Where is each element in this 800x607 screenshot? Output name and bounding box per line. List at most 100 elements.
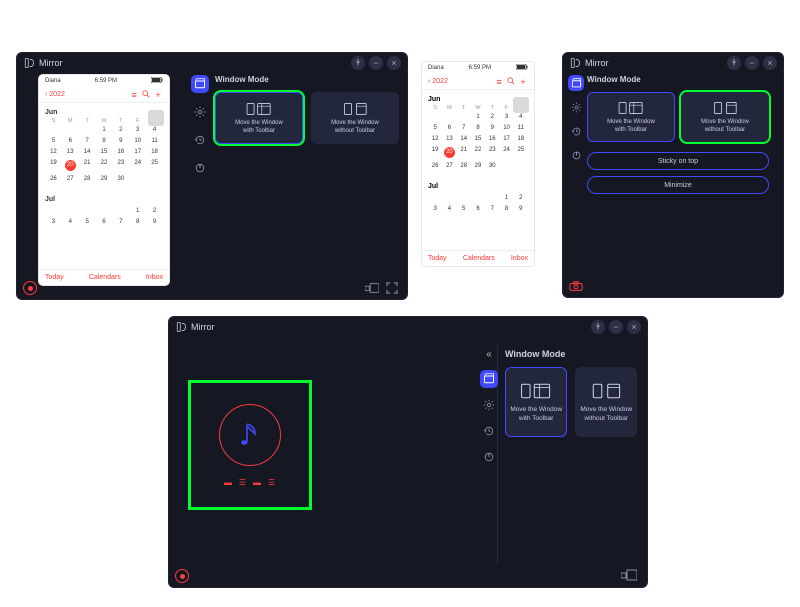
back-button[interactable]: ‹ 2022 [428,78,448,85]
mirrored-phone-calendar: Diana 6:59 PM ‹ 2022 ≡ + Jun SMTWTFS 123… [39,75,169,285]
power-icon[interactable] [568,147,584,163]
move-with-toolbar-card[interactable]: Move the Windowwith Toolbar [587,92,675,142]
history-icon[interactable] [568,123,584,139]
calendars-link[interactable]: Calendars [89,274,121,281]
sidebar-tools [189,75,211,177]
panel-header: Window Mode [215,75,399,84]
sidebar-tools: « [479,349,499,466]
app-title: Mirror [39,58,63,68]
inbox-link[interactable]: Inbox [146,274,163,281]
minimize-icon[interactable]: − [745,56,759,70]
window-mode-icon[interactable] [191,75,209,93]
panel-header: Window Mode [505,349,637,359]
fullscreen-icon[interactable] [385,281,399,295]
move-with-toolbar-card[interactable]: Move the Windowwith Toolbar [505,367,567,437]
window-mode-panel: Window Mode Move the Windowwith Toolbar … [215,75,399,277]
app-title: Mirror [585,58,609,68]
move-without-toolbar-card[interactable]: Move the Windowwithout Toolbar [575,367,637,437]
titlebar: Mirror − × [17,53,407,73]
panel-header: Window Mode [587,75,777,84]
gear-icon[interactable] [191,103,209,121]
window-mode-icon[interactable] [568,75,584,91]
history-icon[interactable] [191,131,209,149]
close-icon[interactable]: × [387,56,401,70]
calendar-grid-jun: 1234567891011121314151617181920212223242… [422,111,534,177]
pin-icon[interactable] [727,56,741,70]
card-label: Move the Windowwithout Toolbar [701,119,749,133]
battery-icon [151,77,163,85]
app-icon [569,57,581,69]
calendar-thumbnail [148,110,164,126]
close-icon[interactable]: × [627,320,641,334]
titlebar: Mirror − × [563,53,783,73]
card-label: Move the Windowwithout Toolbar [580,406,632,422]
carrier-label: Diana [45,78,61,84]
phone-statusbar: Diana 6:59 PM [422,62,534,74]
history-icon[interactable] [480,422,498,440]
equalizer-icon: ▬☰▬☰ [224,478,276,487]
collapse-panel-icon[interactable]: « [486,349,492,360]
inbox-link[interactable]: Inbox [511,255,528,262]
power-icon[interactable] [480,448,498,466]
month-label-jul: Jul [422,177,534,192]
detached-phone-calendar: Diana 6:59 PM ‹ 2022 ≡ + Jun SMTWTFS 123… [422,62,534,266]
minimize-icon[interactable]: − [609,320,623,334]
today-link[interactable]: Today [428,255,447,262]
mirror-window-3: Mirror − × ▬☰▬☰ « Window Mode [168,316,648,588]
pin-icon[interactable] [351,56,365,70]
close-icon[interactable]: × [763,56,777,70]
music-note-icon [219,404,281,466]
move-without-toolbar-card[interactable]: Move the Windowwithout Toolbar [681,92,769,142]
back-button[interactable]: ‹ 2022 [45,91,65,98]
clock-label: 6:59 PM [469,65,491,71]
app-icon [175,321,187,333]
plus-icon[interactable]: + [153,90,163,100]
move-with-toolbar-card[interactable]: Move the Windowwith Toolbar [215,92,303,144]
card-label: Move the Windowwith Toolbar [607,119,655,133]
calendar-grid-jul: 123456789 [39,205,169,228]
record-button[interactable] [23,281,37,295]
today-link[interactable]: Today [45,274,64,281]
phone-statusbar: Diana 6:59 PM [39,75,169,87]
card-label: Move the Windowwith Toolbar [235,120,283,134]
plus-icon[interactable]: + [518,77,528,87]
calendars-link[interactable]: Calendars [463,255,495,262]
sources-icon[interactable] [365,281,379,295]
list-icon[interactable]: ≡ [129,90,139,100]
search-icon[interactable] [506,77,516,87]
pin-icon[interactable] [591,320,605,334]
carrier-label: Diana [428,65,444,71]
calendar-navbar: ‹ 2022 ≡ + [422,74,534,90]
calendar-footer: Today Calendars Inbox [39,269,169,285]
calendar-grid-jun: 1234567891011121314151617181920212223242… [39,124,169,190]
calendar-grid-jul: 123456789 [422,192,534,215]
window-mode-icon[interactable] [480,370,498,388]
app-icon [23,57,35,69]
power-icon[interactable] [191,159,209,177]
card-label: Move the Windowwithout Toolbar [331,120,379,134]
battery-icon [516,64,528,72]
card-label: Move the Windowwith Toolbar [510,406,562,422]
camera-icon[interactable] [569,279,583,293]
mirror-window-1: Mirror − × Diana 6:59 PM ‹ 2022 ≡ + [16,52,408,300]
move-without-toolbar-card[interactable]: Move the Windowwithout Toolbar [311,92,399,144]
mirrored-music-screen: ▬☰▬☰ [191,383,309,507]
gear-icon[interactable] [568,99,584,115]
list-icon[interactable]: ≡ [494,77,504,87]
sources-icon[interactable] [621,569,637,581]
minimize-button[interactable]: Minimize [587,176,769,194]
app-title: Mirror [191,322,215,332]
clock-label: 6:59 PM [95,78,117,84]
minimize-icon[interactable]: − [369,56,383,70]
calendar-thumbnail [513,97,529,113]
month-label-jul: Jul [39,190,169,205]
calendar-footer: Today Calendars Inbox [422,250,534,266]
sidebar-tools [567,75,585,163]
gear-icon[interactable] [480,396,498,414]
sticky-on-top-button[interactable]: Sticky on top [587,152,769,170]
window-mode-panel: Window Mode Move the Windowwith Toolbar … [587,75,777,275]
calendar-navbar: ‹ 2022 ≡ + [39,87,169,103]
record-button[interactable] [175,569,189,583]
titlebar: Mirror − × [169,317,647,337]
search-icon[interactable] [141,90,151,100]
